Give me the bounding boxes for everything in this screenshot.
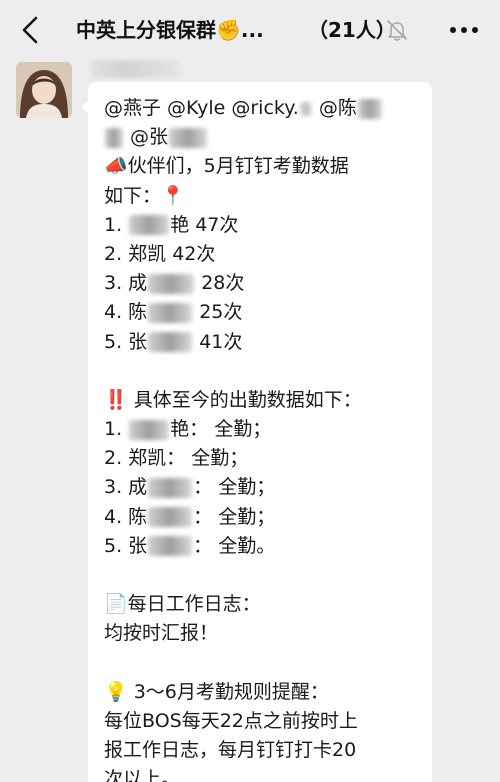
redacted-text xyxy=(148,302,193,323)
group-name: 中英上分银保群 xyxy=(76,18,216,42)
text-line: 报工作日志，每月钉钉打卡20 xyxy=(104,739,357,762)
section-heading: 💡 3～6月考勤规则提醒： xyxy=(104,680,329,703)
list-item: 4. 陈 25次 xyxy=(104,301,243,324)
message-bubble[interactable]: @燕子 @Kyle @ricky. @陈 @张 📣伙伴们，5月钉钉考勤数据 如下… xyxy=(88,82,432,782)
redacted-text xyxy=(148,536,193,557)
redacted-text xyxy=(148,507,193,528)
redacted-text xyxy=(105,127,123,148)
member-count: （21人） xyxy=(308,18,396,42)
redacted-text xyxy=(169,127,208,148)
list-item: 2. 郑凯 42次 xyxy=(104,242,216,265)
list-item: 3. 成： 全勤； xyxy=(104,476,276,499)
double-exclamation-icon: ‼️ xyxy=(104,388,128,411)
more-dots-icon xyxy=(450,27,478,33)
document-icon: 📄 xyxy=(104,593,128,616)
text-line: 次以上。 xyxy=(104,768,181,782)
lightbulb-icon: 💡 xyxy=(104,680,128,703)
redacted-text xyxy=(148,332,193,352)
mention-line-2: @张 xyxy=(104,123,420,152)
back-button[interactable] xyxy=(14,12,50,48)
section-heading: ‼️ 具体至今的出勤数据如下： xyxy=(104,388,362,411)
chat-screen: 中英上分银保群✊... （21人） @燕子 @Kyle @ricky. @陈 @… xyxy=(0,0,500,782)
redacted-text xyxy=(129,419,170,440)
intro-line: 📣伙伴们，5月钉钉考勤数据 xyxy=(104,155,349,178)
redacted-text xyxy=(357,98,382,119)
text-line: 均按时汇报！ xyxy=(104,622,219,645)
fist-emoji: ✊ xyxy=(216,18,241,42)
bell-slash-icon xyxy=(384,17,410,43)
chat-title: 中英上分银保群✊... xyxy=(76,14,264,46)
list-item: 3. 成 28次 xyxy=(104,272,245,295)
more-options-button[interactable] xyxy=(444,16,484,44)
list-item: 1. 艳： 全勤； xyxy=(104,418,272,441)
list-item: 5. 张： 全勤。 xyxy=(104,534,276,557)
sender-name-redacted xyxy=(90,60,180,78)
chevron-left-icon xyxy=(22,16,38,44)
list-item: 1. 艳 47次 xyxy=(104,213,239,236)
mention-line-1: @燕子 @Kyle @ricky. @陈 xyxy=(104,94,420,123)
section-heading: 📄每日工作日志： xyxy=(104,593,261,616)
list-item: 2. 郑凯： 全勤； xyxy=(104,447,249,470)
redacted-text xyxy=(129,215,170,236)
message-text: @燕子 @Kyle @ricky. @陈 @张 📣伙伴们，5月钉钉考勤数据 如下… xyxy=(104,94,420,782)
pushpin-icon: 📍 xyxy=(161,184,185,207)
title-ellipsis: ... xyxy=(240,18,264,42)
redacted-text xyxy=(299,101,312,116)
list-item: 5. 张 41次 xyxy=(104,330,243,353)
megaphone-icon: 📣 xyxy=(104,155,128,178)
redacted-text xyxy=(148,477,193,498)
navigation-bar: 中英上分银保群✊... （21人） xyxy=(0,0,500,60)
list-item: 4. 陈： 全勤； xyxy=(104,505,276,528)
avatar[interactable] xyxy=(16,62,72,118)
message-list[interactable]: @燕子 @Kyle @ricky. @陈 @张 📣伙伴们，5月钉钉考勤数据 如下… xyxy=(0,60,500,782)
text-line: 每位BOS每天22点之前按时上 xyxy=(104,709,358,732)
intro-line-2: 如下：📍 xyxy=(104,184,185,207)
redacted-text xyxy=(148,273,195,294)
